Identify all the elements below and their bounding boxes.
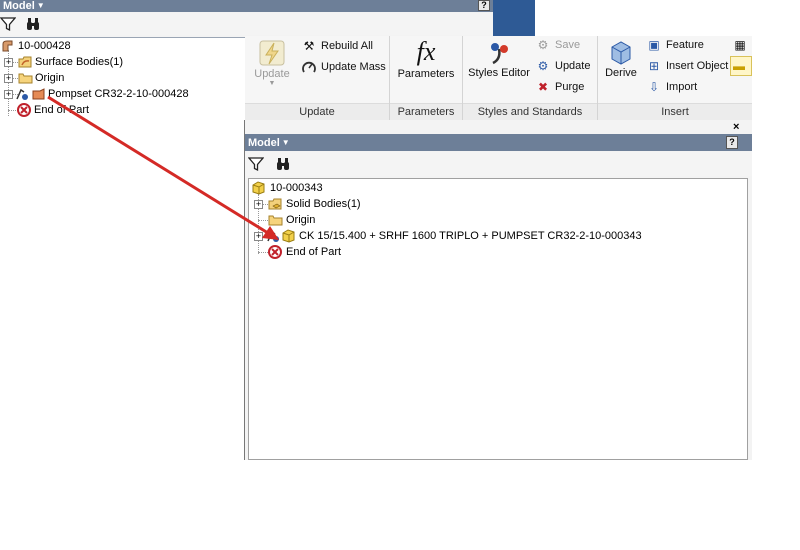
arrowhead-icon — [262, 226, 279, 240]
annotation-arrow — [47, 95, 279, 240]
